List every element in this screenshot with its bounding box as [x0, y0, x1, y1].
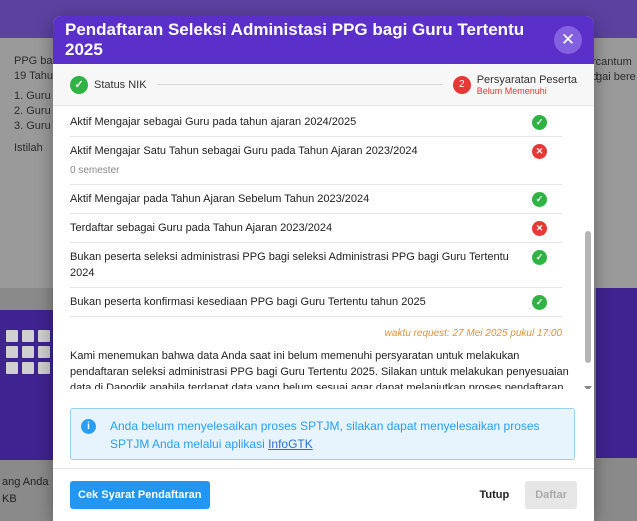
requirement-row: Terdaftar sebagai Guru pada Tahun Ajaran…	[70, 214, 562, 243]
background-text-line: ang Anda	[2, 476, 49, 488]
check-icon: ✓	[532, 115, 547, 130]
grid-icon	[6, 330, 50, 374]
requirement-row: Bukan peserta konfirmasi kesediaan PPG b…	[70, 288, 562, 317]
modal-body[interactable]: Aktif Mengajar sebagai Guru pada tahun a…	[53, 106, 594, 389]
requirement-text: Aktif Mengajar Satu Tahun sebagai Guru p…	[70, 143, 517, 178]
background-text-line: 1. Guru	[14, 90, 51, 102]
info-paragraph: Kami menemukan bahwa data Anda saat ini …	[70, 350, 569, 389]
modal-title: Pendaftaran Seleksi Administasi PPG bagi…	[65, 20, 525, 59]
requirement-status: ✓	[517, 249, 562, 265]
check-requirements-button[interactable]: Cek Syarat Pendaftaran	[70, 481, 210, 509]
background-card-right	[596, 288, 637, 458]
step-status-nik: Status NIK	[94, 78, 147, 91]
registration-modal: Pendaftaran Seleksi Administasi PPG bagi…	[53, 16, 594, 521]
requirement-row: Aktif Mengajar sebagai Guru pada tahun a…	[70, 108, 562, 137]
background-text-line: Istilah	[14, 142, 43, 154]
scrollbar[interactable]	[585, 231, 591, 363]
background-text-line: 19 Tahu	[14, 70, 53, 82]
background-text-line: 3. Guru	[14, 120, 51, 132]
stepper: ✓ Status NIK 2 Persyaratan Peserta Belum…	[53, 64, 594, 106]
requirement-status: ✕	[517, 220, 562, 236]
register-button[interactable]: Daftar	[525, 481, 577, 509]
requirement-status: ✓	[517, 114, 562, 130]
background-text-line: PPG ba	[14, 55, 53, 67]
close-text-button[interactable]: Tutup	[479, 489, 509, 501]
requirement-row: Bukan peserta seleksi administrasi PPG b…	[70, 243, 562, 288]
close-icon: ✕	[560, 30, 576, 49]
infogtk-link[interactable]: InfoGTK	[268, 437, 313, 451]
cross-icon: ✕	[532, 144, 547, 159]
background-text-line: 2. Guru	[14, 105, 51, 117]
alert-message: Anda belum menyelesaikan proses SPTJM, s…	[110, 419, 540, 451]
requirement-row: Aktif Mengajar pada Tahun Ajaran Sebelum…	[70, 185, 562, 214]
step-connector	[156, 84, 443, 85]
sptjm-alert: i Anda belum menyelesaikan proses SPTJM,…	[70, 408, 575, 460]
step-requirements-status: Belum Memenuhi	[476, 85, 547, 96]
close-button[interactable]: ✕	[554, 26, 582, 54]
requirement-status: ✕	[517, 143, 562, 159]
requirement-text: Terdaftar sebagai Guru pada Tahun Ajaran…	[70, 220, 517, 236]
requirement-status: ✓	[517, 191, 562, 207]
background-text-line: KB	[2, 493, 17, 505]
step-requirements-label: Persyaratan Peserta	[476, 73, 577, 86]
check-icon: ✓	[532, 192, 547, 207]
request-time: waktu request: 27 Mei 2025 pukul 17:00	[384, 328, 562, 339]
check-icon: ✓	[532, 250, 547, 265]
requirement-label: Terdaftar sebagai Guru pada Tahun Ajaran…	[70, 222, 333, 234]
requirement-status: ✓	[517, 294, 562, 310]
requirement-text: Bukan peserta konfirmasi kesediaan PPG b…	[70, 294, 517, 310]
cross-icon: ✕	[532, 221, 547, 236]
requirement-label: Aktif Mengajar sebagai Guru pada tahun a…	[70, 116, 357, 128]
requirements-list: Aktif Mengajar sebagai Guru pada tahun a…	[70, 108, 562, 317]
step-number-badge: 2	[452, 75, 471, 94]
requirement-label: Bukan peserta seleksi administrasi PPG b…	[70, 251, 509, 279]
requirement-label: Aktif Mengajar pada Tahun Ajaran Sebelum…	[70, 193, 370, 205]
scroll-down-icon[interactable]	[584, 386, 592, 389]
info-icon: i	[81, 419, 96, 434]
check-icon: ✓	[532, 295, 547, 310]
background-text-line: gai bere	[596, 71, 636, 83]
requirement-label: Aktif Mengajar Satu Tahun sebagai Guru p…	[70, 145, 418, 157]
alert-text: Anda belum menyelesaikan proses SPTJM, s…	[110, 417, 564, 451]
requirement-text: Aktif Mengajar pada Tahun Ajaran Sebelum…	[70, 191, 517, 207]
requirement-detail: 0 semester	[70, 165, 120, 176]
requirement-text: Aktif Mengajar sebagai Guru pada tahun a…	[70, 114, 517, 130]
check-icon: ✓	[70, 75, 88, 94]
requirement-label: Bukan peserta konfirmasi kesediaan PPG b…	[70, 296, 426, 308]
modal-footer: Cek Syarat Pendaftaran Tutup Daftar	[53, 468, 594, 521]
requirement-row: Aktif Mengajar Satu Tahun sebagai Guru p…	[70, 137, 562, 185]
modal-header: Pendaftaran Seleksi Administasi PPG bagi…	[53, 16, 594, 64]
requirement-text: Bukan peserta seleksi administrasi PPG b…	[70, 249, 517, 281]
